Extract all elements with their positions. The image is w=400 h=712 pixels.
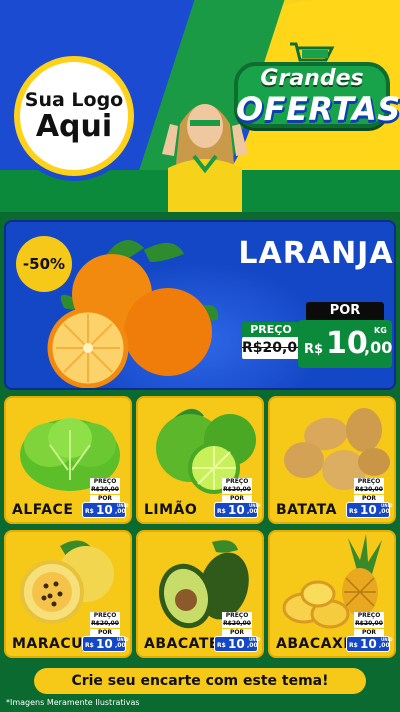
header-banner: Sua Logo Aqui Grandes OFERTAS: [0, 0, 400, 212]
old-price-value: R$20,00: [90, 620, 120, 628]
por-label: POR: [354, 495, 384, 502]
old-price-value: R$20,00: [90, 486, 120, 494]
product-card[interactable]: ALFACE PREÇO R$20,00 POR R$ 10 ,00 UNID: [4, 396, 132, 524]
product-name: ABACAXI: [276, 636, 349, 652]
price-tag: PREÇO R$20,00 POR R$ 10 ,00 UNID: [214, 612, 261, 652]
old-price-label: PREÇO: [242, 322, 300, 337]
price-tag: PREÇO R$20,00 POR R$ 10 ,00 UNID: [82, 612, 129, 652]
por-label: POR: [222, 495, 252, 502]
featured-old-price-tag: PREÇO R$20,00: [242, 322, 307, 362]
price-tag: PREÇO R$20,00 POR R$ 10 ,00 UNID: [214, 478, 261, 518]
por-label: POR: [306, 302, 384, 320]
new-price: R$ 10 ,00 UNID: [214, 636, 261, 652]
price-cents: ,00: [115, 642, 126, 649]
price-value: 10: [96, 503, 113, 517]
price-tag: PREÇO R$20,00 POR R$ 10 ,00 UNID: [82, 478, 129, 518]
old-price-value: R$20,00: [354, 620, 384, 628]
por-label: POR: [354, 629, 384, 636]
product-card[interactable]: ABACATE PREÇO R$20,00 POR R$ 10 ,00 UNID: [136, 530, 264, 658]
grandes-ofertas-brand: Grandes OFERTAS: [232, 40, 400, 132]
old-price-label: PREÇO: [222, 478, 252, 486]
new-price: R$ 10 ,00 UNID: [82, 502, 129, 518]
price-unit: KG: [374, 326, 387, 335]
price-value: 10: [360, 503, 377, 517]
price-cents: ,00: [379, 508, 390, 515]
old-price-value: R$20,00: [354, 486, 384, 494]
product-name: BATATA: [276, 502, 337, 518]
logo-text-line2: Aqui: [35, 109, 113, 144]
price-value: 10: [326, 326, 368, 361]
price-unit: UNID: [381, 503, 393, 508]
price-unit: UNID: [381, 637, 393, 642]
price-value: 10: [228, 503, 245, 517]
brand-title-line1: Grandes: [260, 66, 364, 91]
new-price: R$ 10 ,00 UNID: [82, 636, 129, 652]
featured-price-tag: R$ 10 ,00 KG: [298, 320, 392, 368]
old-price-value: R$20,00: [222, 486, 252, 494]
price-currency: R$: [349, 642, 358, 649]
por-label: POR: [222, 629, 252, 636]
price-unit: UNID: [249, 503, 261, 508]
product-name: ABACATE: [144, 636, 219, 652]
new-price: R$ 10 ,00 UNID: [346, 502, 393, 518]
product-card[interactable]: ABACAXI PREÇO R$20,00 POR R$ 10 ,00 UNID: [268, 530, 396, 658]
cta-banner[interactable]: Crie seu encarte com este tema!: [34, 668, 366, 694]
price-currency: R$: [85, 642, 94, 649]
price-currency: R$: [349, 508, 358, 515]
price-cents: ,00: [115, 508, 126, 515]
product-card[interactable]: BATATA PREÇO R$20,00 POR R$ 10 ,00 UNID: [268, 396, 396, 524]
old-price-label: PREÇO: [90, 612, 120, 620]
product-card[interactable]: MARACUJÁ PREÇO R$20,00 POR R$ 10 ,00 UNI…: [4, 530, 132, 658]
price-currency: R$: [217, 642, 226, 649]
new-price: R$ 10 ,00 UNID: [214, 502, 261, 518]
old-price-label: PREÇO: [222, 612, 252, 620]
price-cents: ,00: [364, 338, 393, 357]
product-grid: ALFACE PREÇO R$20,00 POR R$ 10 ,00 UNID: [4, 396, 396, 660]
old-price-label: PREÇO: [354, 612, 384, 620]
price-currency: R$: [217, 508, 226, 515]
featured-product-name: LARANJA: [238, 236, 394, 271]
product-card[interactable]: LIMÃO PREÇO R$20,00 POR R$ 10 ,00 UNID: [136, 396, 264, 524]
product-name: ALFACE: [12, 502, 74, 518]
old-price-value: R$20,00: [222, 620, 252, 628]
price-tag: PREÇO R$20,00 POR R$ 10 ,00 UNID: [346, 612, 393, 652]
new-price: R$ 10 ,00 UNID: [346, 636, 393, 652]
price-tag: PREÇO R$20,00 POR R$ 10 ,00 UNID: [346, 478, 393, 518]
old-price-value: R$20,00: [242, 337, 307, 359]
price-currency: R$: [85, 508, 94, 515]
por-label: POR: [90, 495, 120, 502]
price-value: 10: [360, 637, 377, 651]
logo-text-line1: Sua Logo: [24, 89, 124, 111]
por-label: POR: [90, 629, 120, 636]
old-price-label: PREÇO: [90, 478, 120, 486]
price-unit: UNID: [249, 637, 261, 642]
logo-placeholder[interactable]: Sua Logo Aqui: [14, 56, 134, 176]
price-unit: UNID: [117, 637, 129, 642]
price-currency: R$: [304, 342, 324, 357]
featured-offer-card[interactable]: -50% LARANJA PREÇO R$20,00 POR R$ 10 ,00…: [4, 220, 396, 390]
product-name: LIMÃO: [144, 502, 198, 518]
price-value: 10: [228, 637, 245, 651]
price-cents: ,00: [379, 642, 390, 649]
price-cents: ,00: [247, 508, 258, 515]
disclaimer-text: *Imagens Meramente Ilustrativas: [6, 698, 140, 707]
old-price-label: PREÇO: [354, 478, 384, 486]
brand-title-line2: OFERTAS: [236, 90, 400, 128]
price-value: 10: [96, 637, 113, 651]
price-cents: ,00: [247, 642, 258, 649]
discount-badge: -50%: [16, 236, 72, 292]
price-unit: UNID: [117, 503, 129, 508]
